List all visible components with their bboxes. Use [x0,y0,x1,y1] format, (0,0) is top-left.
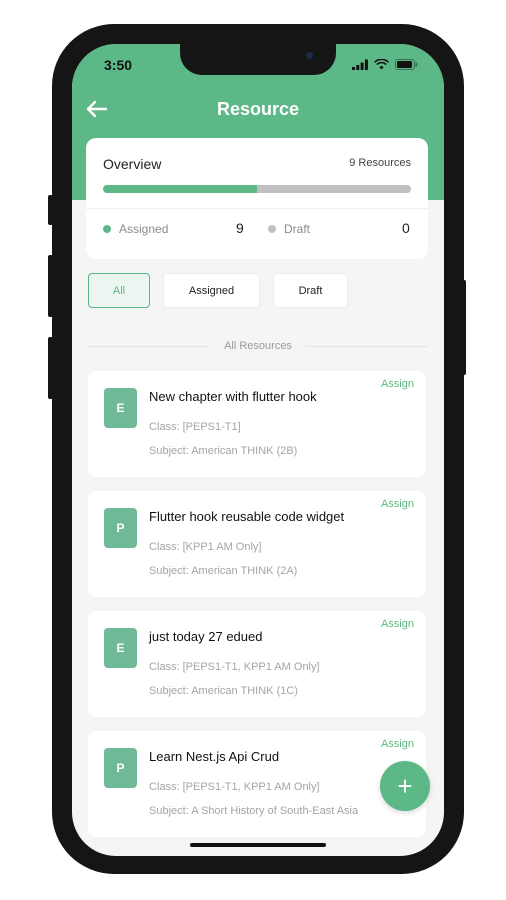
section-header: All Resources [88,339,429,353]
resource-type-badge: E [104,628,137,668]
assign-button[interactable]: Assign [381,498,414,510]
resource-card[interactable]: E just today 27 edued Class: [PEPS1-T1, … [88,611,426,717]
resource-class: Class: [PEPS1-T1] [149,421,241,433]
draft-label: Draft [284,222,311,236]
assigned-value: 9 [236,220,244,236]
section-label: All Resources [224,340,292,352]
wifi-icon [374,58,389,69]
resource-title: Learn Nest.js Api Crud [149,749,280,764]
draft-value: 0 [402,220,410,236]
draft-dot-icon [268,225,276,233]
status-time: 3:50 [104,57,133,73]
resource-type-badge: P [104,748,137,788]
resource-title: New chapter with flutter hook [149,389,317,404]
notch [180,44,336,75]
progress-bar [103,185,411,193]
resource-subject: Subject: American THINK (2B) [149,445,298,457]
battery-icon [395,58,418,70]
assigned-dot-icon [103,225,111,233]
resource-class: Class: [PEPS1-T1, KPP1 AM Only] [149,781,320,793]
status-icons [352,58,418,70]
home-indicator[interactable] [190,843,326,847]
draft-stat: Draft [268,222,310,236]
resource-title: Flutter hook reusable code widget [149,509,345,524]
progress-fill [103,185,257,193]
resource-title: just today 27 edued [149,629,263,644]
assign-button[interactable]: Assign [381,618,414,630]
section-line-right [305,345,429,347]
signal-icon [352,59,368,70]
filter-chip-assigned[interactable]: Assigned [163,273,260,308]
resource-subject: Subject: American THINK (1C) [149,685,298,697]
page-title: Resource [216,99,300,119]
assign-button[interactable]: Assign [381,738,414,750]
resource-count: 9 Resources [349,157,411,169]
assign-button[interactable]: Assign [381,378,414,390]
resource-class: Class: [KPP1 AM Only] [149,541,262,553]
assigned-label: Assigned [119,222,169,236]
overview-card: Overview 9 Resources Assigned 9 Draft 0 [86,138,428,259]
filter-chip-all[interactable]: All [88,273,150,308]
resource-type-badge: E [104,388,137,428]
assigned-stat: Assigned [103,222,168,236]
app-screen: 3:50 Resource Overview 9 Resources Assig… [72,44,444,856]
camera-icon [306,52,313,59]
resource-class: Class: [PEPS1-T1, KPP1 AM Only] [149,661,320,673]
resource-type-badge: P [104,508,137,548]
resource-subject: Subject: A Short History of South-East A… [149,805,359,817]
overview-title: Overview [103,156,162,172]
resource-card[interactable]: P Flutter hook reusable code widget Clas… [88,491,426,597]
resource-card[interactable]: P Learn Nest.js Api Crud Class: [PEPS1-T… [88,731,426,837]
resource-card[interactable]: E New chapter with flutter hook Class: [… [88,371,426,477]
section-line-left [88,345,211,347]
add-resource-button[interactable]: + [380,761,430,811]
filter-chip-draft[interactable]: Draft [273,273,348,308]
divider [86,208,428,209]
resource-subject: Subject: American THINK (2A) [149,565,298,577]
